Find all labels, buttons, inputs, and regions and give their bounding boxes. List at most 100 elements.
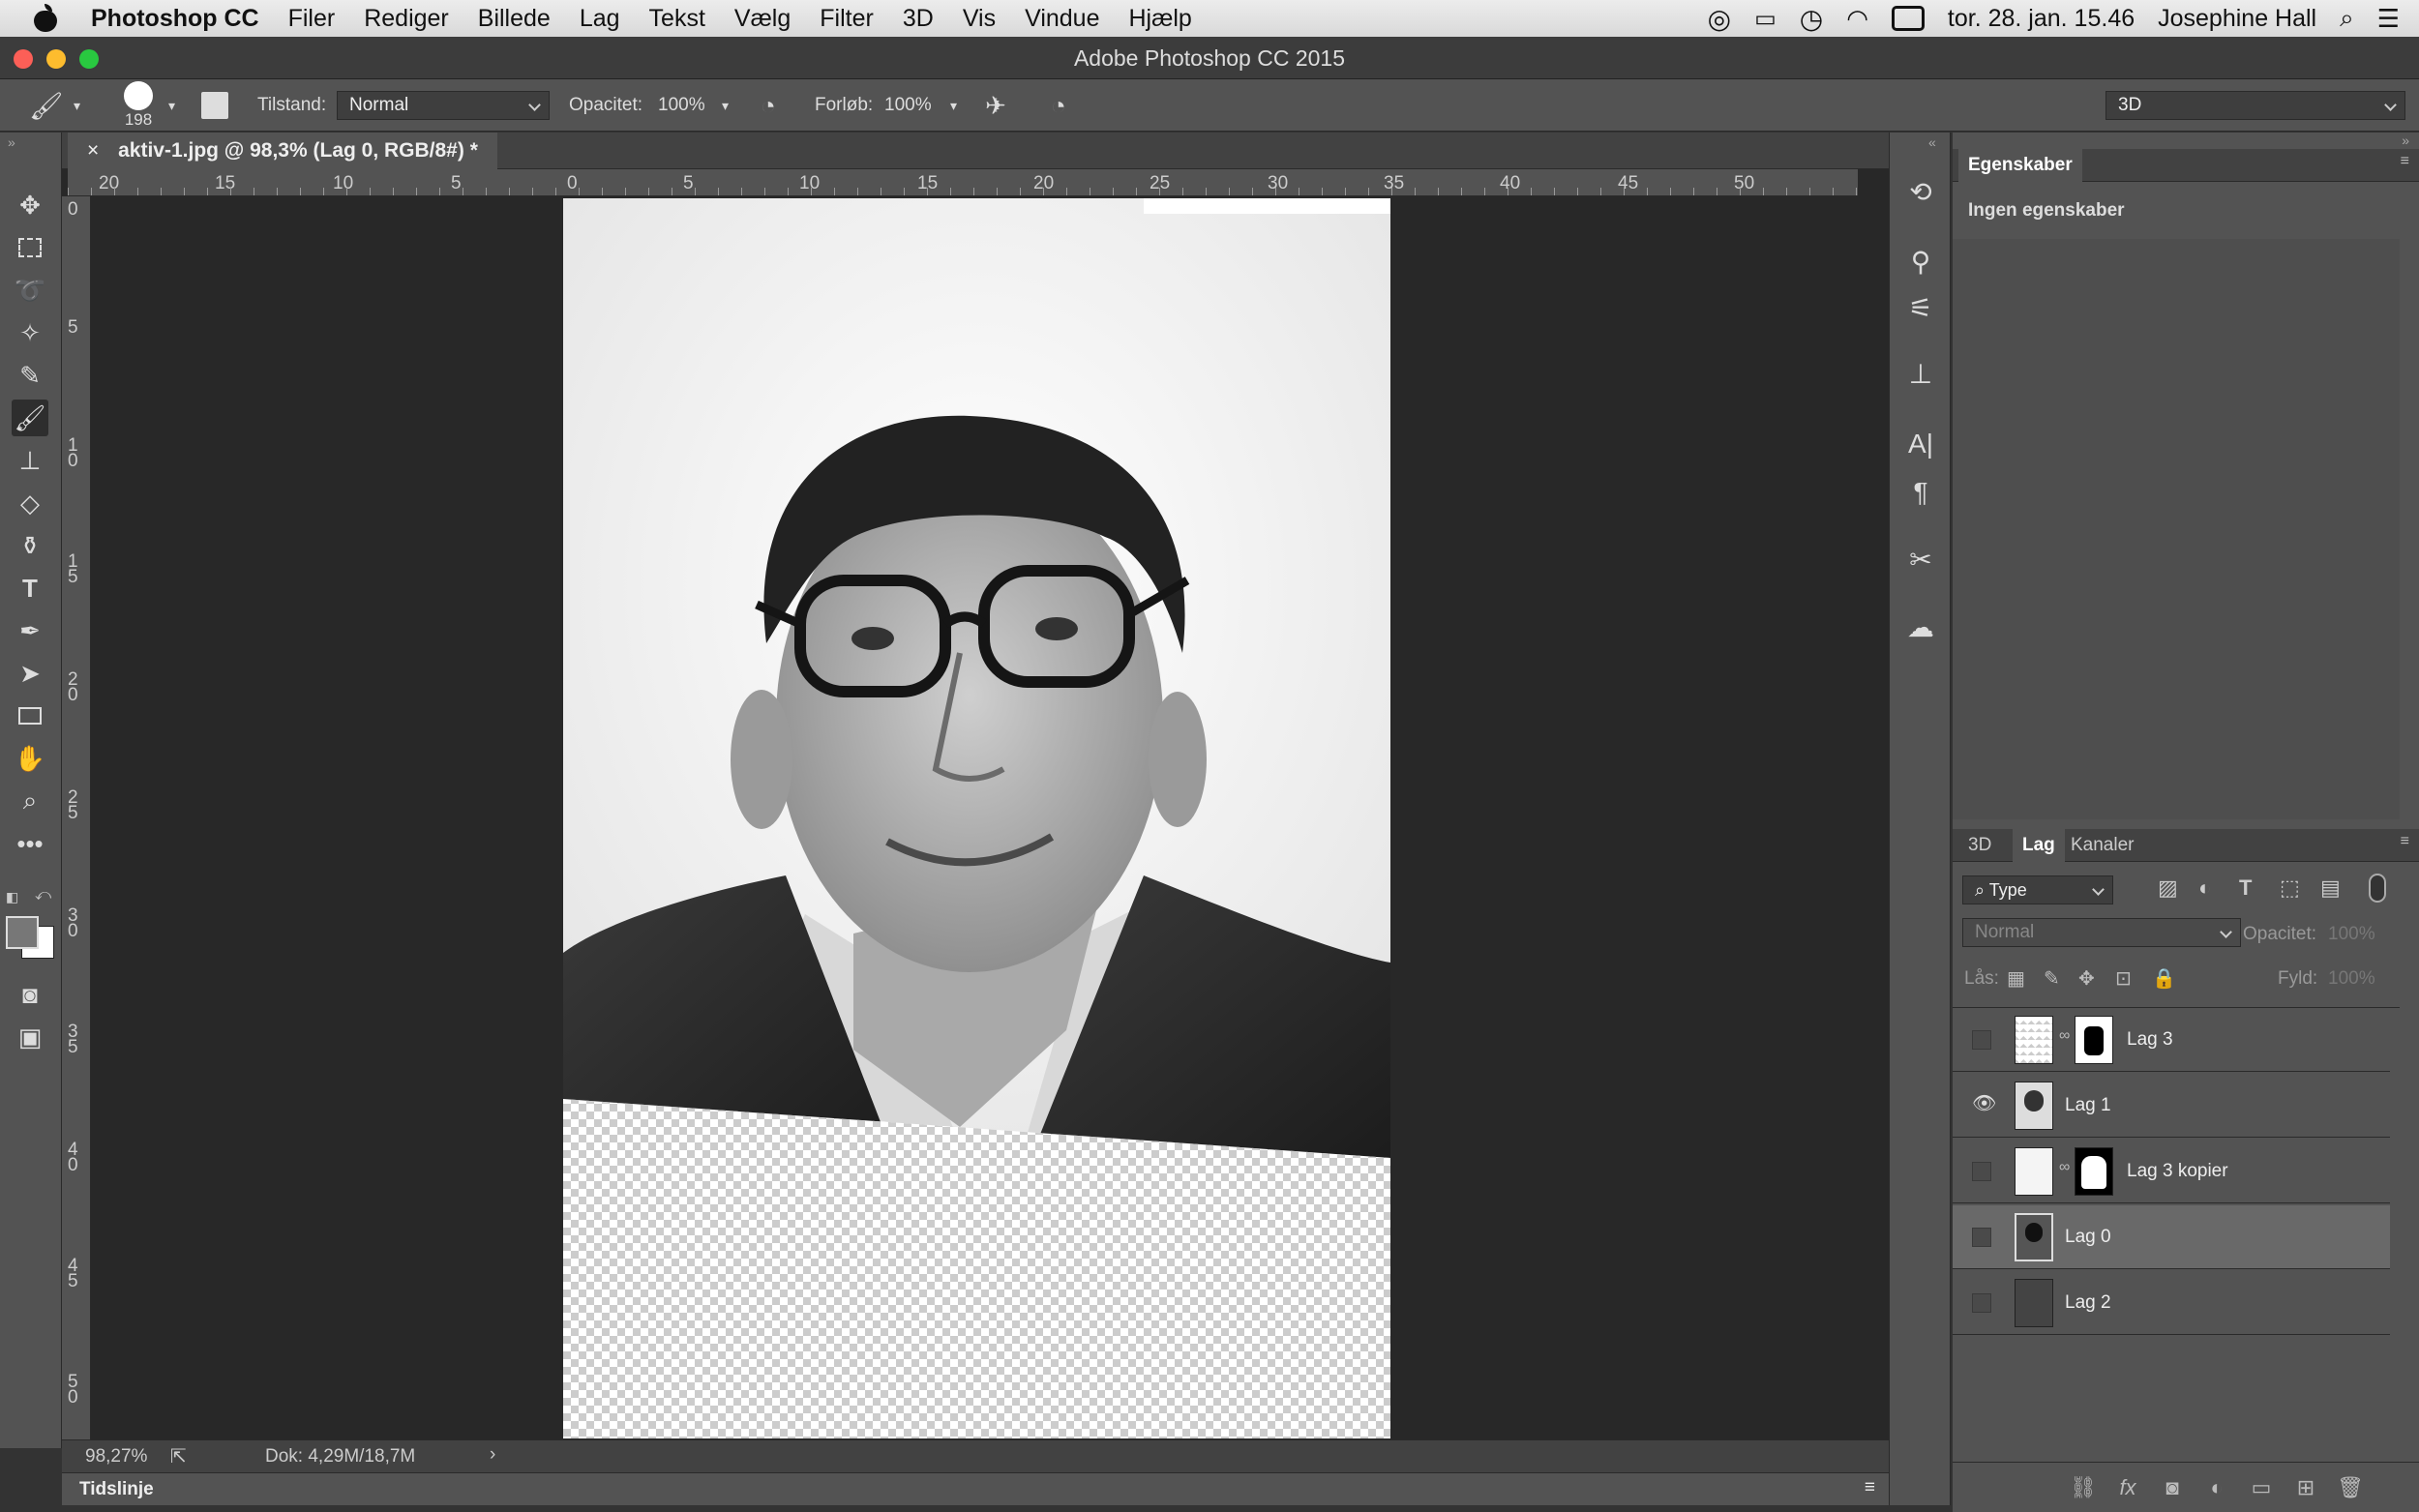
fill-value[interactable]: 100%	[2328, 968, 2375, 990]
menu-item-filter[interactable]: Filter	[820, 5, 874, 33]
move-tool-icon[interactable]: ✥	[12, 187, 48, 223]
eraser-tool-icon[interactable]: ◇	[12, 485, 48, 521]
layer-row[interactable]: 👁 Lag 1	[1953, 1074, 2390, 1138]
layer-name[interactable]: Lag 1	[2065, 1074, 2111, 1138]
libraries-panel-icon[interactable]: ☁	[1903, 610, 1938, 645]
lock-artboard-icon[interactable]: ⊡	[2115, 966, 2132, 991]
timeline-panel-bar[interactable]: Tidslinje ≡	[62, 1472, 1889, 1505]
lock-all-icon[interactable]: 🔒	[2152, 966, 2176, 991]
eyedropper-tool-icon[interactable]: ✎	[12, 357, 48, 394]
layer-row[interactable]: Lag 0	[1953, 1205, 2390, 1269]
brush-presets-panel-icon[interactable]: ⚲	[1903, 245, 1938, 280]
battery-icon[interactable]	[1891, 6, 1925, 31]
spotlight-icon[interactable]: ⌕	[2340, 3, 2354, 34]
hand-tool-icon[interactable]: ✋	[12, 740, 48, 777]
layer-row[interactable]: ∞ Lag 3 kopier	[1953, 1140, 2390, 1203]
pressure-opacity-icon[interactable]: ◔	[761, 79, 776, 132]
document-tab[interactable]: × aktiv-1.jpg @ 98,3% (Lag 0, RGB/8#) *	[68, 133, 497, 169]
swap-colors-icon[interactable]: ⤺	[35, 887, 51, 904]
tab-3d[interactable]: 3D	[1968, 829, 1991, 862]
pressure-size-icon[interactable]: ◔	[1051, 79, 1066, 132]
layer-name[interactable]: Lag 0	[2065, 1205, 2111, 1269]
layer-name[interactable]: Lag 2	[2065, 1271, 2111, 1335]
new-layer-icon[interactable]: ⊞	[2291, 1473, 2320, 1502]
document-canvas[interactable]	[563, 198, 1390, 1438]
character-panel-icon[interactable]: A|	[1903, 427, 1938, 461]
menu-item-window[interactable]: Vindue	[1025, 5, 1099, 33]
lasso-tool-icon[interactable]: ➰	[12, 272, 48, 309]
layer-mask-link-icon[interactable]: ∞	[2059, 1159, 2070, 1176]
tab-properties[interactable]: Egenskaber	[1958, 149, 2082, 182]
delete-layer-icon[interactable]: 🗑	[2336, 1473, 2365, 1502]
layer-mask-link-icon[interactable]: ∞	[2059, 1027, 2070, 1045]
airbrush-icon[interactable]: ✈	[985, 79, 1006, 132]
creative-cloud-icon[interactable]: ◎	[1708, 3, 1731, 35]
airplay-icon[interactable]: ▭	[1754, 5, 1777, 33]
clock[interactable]: tor. 28. jan. 15.46	[1948, 5, 2135, 33]
layer-row[interactable]: ∞ Lag 3	[1953, 1008, 2390, 1072]
timeline-menu-icon[interactable]: ≡	[1865, 1477, 1875, 1498]
type-tool-icon[interactable]: T	[12, 570, 48, 607]
menu-item-layer[interactable]: Lag	[580, 5, 620, 33]
collapse-strip-icon[interactable]: «	[1928, 134, 1936, 150]
filter-smart-object-icon[interactable]: ▤	[2320, 875, 2341, 901]
layer-mask-thumbnail[interactable]	[2075, 1016, 2113, 1064]
eye-icon[interactable]: 👁	[1972, 1091, 1996, 1114]
menu-item-edit[interactable]: Rediger	[364, 5, 449, 33]
tool-presets-panel-icon[interactable]: ✂	[1903, 543, 1938, 578]
zoom-tool-icon[interactable]: ⌕	[12, 783, 48, 819]
brush-tool-icon[interactable]: 🖌	[12, 400, 48, 436]
foreground-color-swatch[interactable]	[6, 916, 39, 949]
layers-menu-icon[interactable]: ≡	[2401, 833, 2409, 850]
collapse-tools-icon[interactable]: »	[8, 134, 15, 150]
screen-mode-icon[interactable]: ▣	[12, 1019, 48, 1055]
time-machine-icon[interactable]: ◷	[1800, 3, 1823, 35]
adjustments-panel-icon[interactable]: ⚟	[1903, 291, 1938, 326]
add-mask-icon[interactable]: ◙	[2158, 1473, 2187, 1502]
layer-style-fx-icon[interactable]: fx	[2113, 1473, 2142, 1502]
rectangle-tool-icon[interactable]	[12, 697, 48, 734]
flow-value[interactable]: 100%	[884, 79, 932, 132]
layer-visibility-toggle[interactable]	[1972, 1030, 1991, 1050]
tab-layers[interactable]: Lag	[2013, 829, 2065, 862]
menu-item-help[interactable]: Hjælp	[1129, 5, 1192, 33]
filter-type-icon[interactable]: T	[2239, 875, 2252, 901]
document-size[interactable]: Dok: 4,29M/18,7M	[265, 1446, 415, 1468]
layer-row[interactable]: Lag 2	[1953, 1271, 2390, 1335]
wifi-icon[interactable]: ◠	[1846, 4, 1868, 34]
zoom-level[interactable]: 98,27%	[85, 1446, 147, 1468]
lock-image-icon[interactable]: ✎	[2044, 966, 2060, 991]
collapse-dock-icon[interactable]: »	[2402, 133, 2409, 148]
brush-tool-preset-icon[interactable]: 🖌	[29, 79, 64, 132]
flow-slider-chevron-icon[interactable]: ▾	[950, 79, 957, 132]
brush-picker-chevron-icon[interactable]: ▾	[168, 79, 175, 132]
vertical-ruler[interactable]: 0 5 1 0 1 5 2 0 2 5 3 0 3 5 4 0 4 5 5 0	[62, 196, 91, 1444]
lock-transparency-icon[interactable]: ▦	[2007, 966, 2025, 991]
clone-source-panel-icon[interactable]: ⊥	[1903, 357, 1938, 392]
blend-mode-select[interactable]: Normal	[1962, 918, 2241, 947]
history-panel-icon[interactable]: ⟲	[1903, 175, 1938, 210]
pen-tool-icon[interactable]: ✒	[12, 612, 48, 649]
menu-item-3d[interactable]: 3D	[903, 5, 934, 33]
layer-name[interactable]: Lag 3	[2127, 1008, 2173, 1072]
layer-mask-thumbnail[interactable]	[2075, 1147, 2113, 1196]
filter-adjustment-icon[interactable]: ◐	[2198, 875, 2211, 901]
menu-item-image[interactable]: Billede	[478, 5, 551, 33]
menu-item-type[interactable]: Tekst	[649, 5, 705, 33]
layer-filter-select[interactable]: ⌕ Type	[1962, 875, 2113, 904]
path-selection-tool-icon[interactable]: ➤	[12, 655, 48, 692]
share-icon[interactable]: ⇱	[170, 1444, 187, 1468]
properties-menu-icon[interactable]: ≡	[2401, 153, 2409, 170]
layer-opacity-value[interactable]: 100%	[2328, 924, 2375, 945]
new-adjustment-layer-icon[interactable]: ◐	[2202, 1473, 2231, 1502]
quick-mask-icon[interactable]: ◙	[12, 976, 48, 1013]
magic-wand-tool-icon[interactable]: ✧	[12, 314, 48, 351]
default-colors-icon[interactable]: ◧	[6, 889, 18, 905]
timeline-tab[interactable]: Tidslinje	[79, 1479, 154, 1500]
link-layers-icon[interactable]: ⛓	[2069, 1473, 2098, 1502]
zoom-window-button[interactable]	[79, 49, 99, 69]
menu-item-view[interactable]: Vis	[963, 5, 996, 33]
layer-visibility-toggle[interactable]	[1972, 1228, 1991, 1247]
user-name[interactable]: Josephine Hall	[2158, 5, 2316, 33]
paragraph-panel-icon[interactable]: ¶	[1903, 475, 1938, 510]
